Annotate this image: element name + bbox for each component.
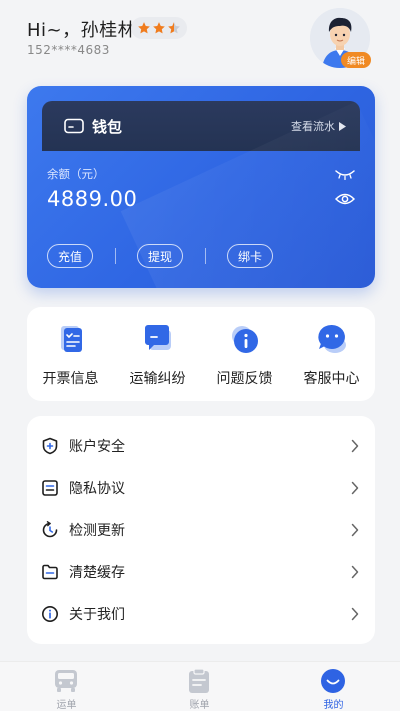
wallet-icon <box>64 118 84 134</box>
quick-actions-panel: 开票信息 运输纠纷 问题反馈 客服中心 <box>27 307 375 401</box>
dispute-chat-icon <box>145 325 171 350</box>
folder-icon <box>42 564 58 580</box>
star-full-icon <box>138 22 150 34</box>
quick-action-invoice[interactable]: 开票信息 <box>27 307 114 401</box>
bottom-tab-bar: 运单 账单 我的 <box>0 661 400 711</box>
info-feedback-icon <box>232 326 258 353</box>
tab-label: 账单 <box>189 700 210 711</box>
star-half-icon <box>168 22 180 34</box>
bind-card-button[interactable]: 绑卡 <box>227 244 274 268</box>
recharge-button[interactable]: 充值 <box>47 244 94 268</box>
quick-action-customer-service[interactable]: 客服中心 <box>288 307 375 401</box>
info-icon <box>42 606 58 622</box>
divider <box>205 248 206 264</box>
shield-icon <box>42 437 58 455</box>
user-greeting: Hi~，孙桂林 <box>27 20 137 41</box>
eye-closed-icon[interactable] <box>335 168 355 180</box>
menu-item-label: 关于我们 <box>69 607 125 623</box>
tab-label: 运单 <box>56 700 77 711</box>
smile-icon <box>321 669 345 693</box>
quick-action-label: 开票信息 <box>42 371 99 387</box>
profile-header: Hi~，孙桂林 152****4683 编辑 <box>0 0 400 86</box>
menu-item-account-security[interactable]: 账户安全 <box>27 425 375 467</box>
chevron-right-icon <box>351 439 359 453</box>
edit-profile-button[interactable]: 编辑 <box>341 52 371 68</box>
quick-action-label: 问题反馈 <box>216 371 273 387</box>
quick-action-dispute[interactable]: 运输纠纷 <box>114 307 201 401</box>
wallet-title: 钱包 <box>92 118 123 136</box>
tab-waybill[interactable]: 运单 <box>0 662 133 711</box>
menu-item-about-us[interactable]: 关于我们 <box>27 593 375 635</box>
menu-item-privacy-policy[interactable]: 隐私协议 <box>27 467 375 509</box>
chevron-right-icon <box>351 523 359 537</box>
truck-icon <box>55 670 77 692</box>
chevron-right-icon <box>351 565 359 579</box>
quick-action-label: 客服中心 <box>303 371 360 387</box>
wallet-header: 钱包 查看流水 <box>42 101 360 151</box>
divider <box>115 248 116 264</box>
chevron-right-icon <box>351 607 359 621</box>
customer-service-icon <box>318 324 346 353</box>
clipboard-icon <box>189 668 209 693</box>
refresh-icon <box>42 521 58 538</box>
balance-label: 余额（元） <box>47 167 105 181</box>
menu-item-label: 账户安全 <box>69 439 125 455</box>
menu-item-label: 清楚缓存 <box>69 565 125 581</box>
tab-bill[interactable]: 账单 <box>133 662 266 711</box>
view-transactions-label: 查看流水 <box>291 120 335 133</box>
invoice-icon <box>61 326 82 352</box>
chevron-right-icon <box>351 481 359 495</box>
eye-open-icon[interactable] <box>335 192 355 206</box>
document-icon <box>42 480 58 496</box>
quick-action-label: 运输纠纷 <box>129 371 186 387</box>
tab-mine[interactable]: 我的 <box>267 662 400 711</box>
menu-item-clear-cache[interactable]: 清楚缓存 <box>27 551 375 593</box>
menu-item-check-update[interactable]: 检测更新 <box>27 509 375 551</box>
view-transactions-link[interactable]: 查看流水 <box>291 118 346 134</box>
settings-menu: 账户安全 隐私协议 检测更新 清楚缓存 关于我们 <box>27 416 375 644</box>
user-phone: 152****4683 <box>27 43 110 57</box>
wallet-card: 钱包 查看流水 余额（元） 4889.00 充值 提现 绑卡 <box>27 86 375 288</box>
menu-item-label: 隐私协议 <box>69 481 125 497</box>
star-full-icon <box>153 22 165 34</box>
balance-value: 4889.00 <box>47 187 138 211</box>
triangle-right-icon <box>339 121 346 131</box>
rating-stars <box>131 17 187 39</box>
menu-item-label: 检测更新 <box>69 523 125 539</box>
tab-label: 我的 <box>323 700 344 711</box>
quick-action-feedback[interactable]: 问题反馈 <box>201 307 288 401</box>
withdraw-button[interactable]: 提现 <box>137 244 184 268</box>
